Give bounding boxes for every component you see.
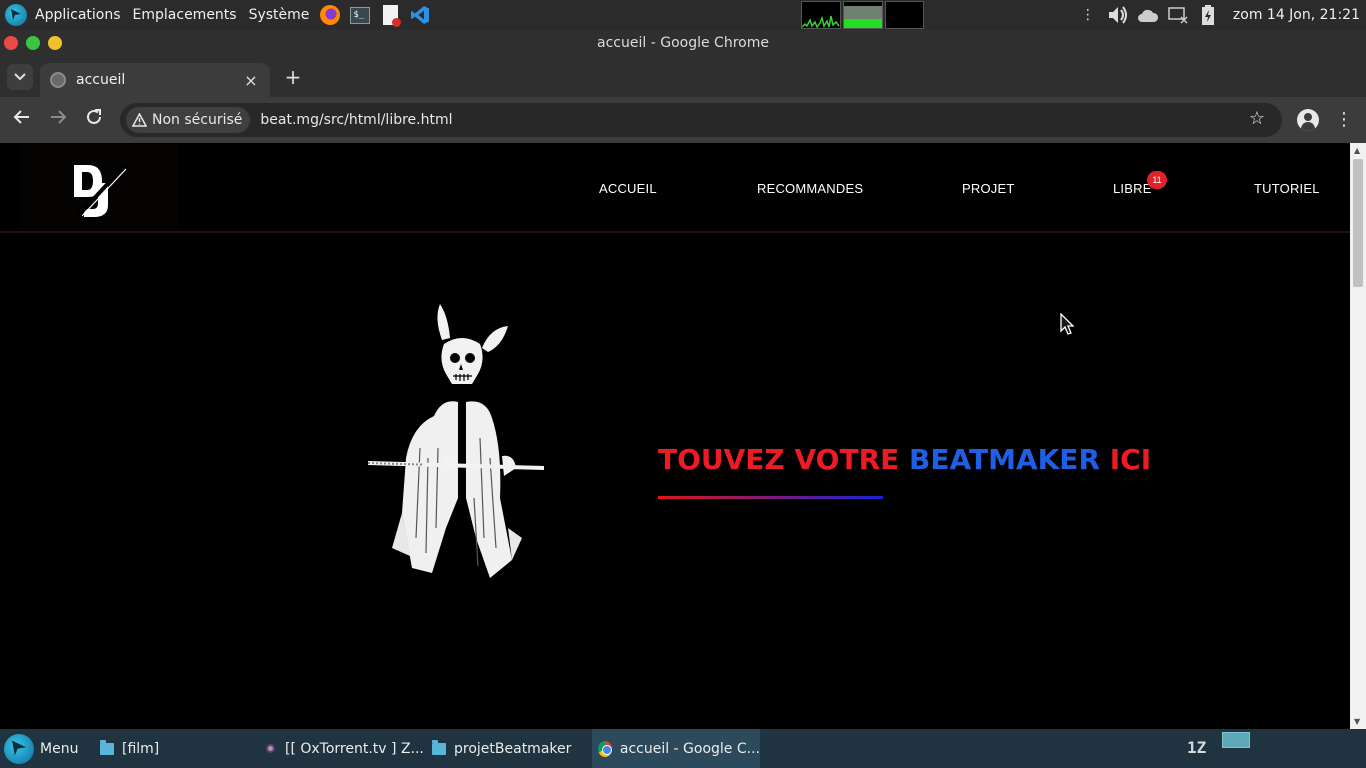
arrow-right-icon	[51, 110, 67, 124]
tab-accueil[interactable]: accueil ×	[40, 63, 270, 97]
folder-icon	[100, 739, 114, 755]
more-vertical-icon[interactable]: ⋮	[1077, 4, 1099, 26]
torrent-app-icon	[266, 744, 275, 753]
applications-menu[interactable]: Applications	[29, 0, 127, 30]
vscode-launcher[interactable]	[409, 4, 431, 26]
bottom-taskbar: Menu [film] [[ OxTorrent.tv ] Z... proje…	[0, 729, 1366, 768]
globe-icon	[50, 72, 66, 88]
network-disconnected-icon[interactable]	[1167, 4, 1189, 26]
menu-logo-icon	[4, 733, 34, 764]
hero-heading-part-ici: ICI	[1109, 443, 1152, 476]
window-maximize-button[interactable]	[48, 36, 62, 50]
task-projetbeatmaker-folder[interactable]: projetBeatmaker	[432, 729, 571, 768]
mouse-pointer-icon	[1060, 313, 1075, 335]
workspace-switcher[interactable]	[1222, 732, 1250, 748]
back-button[interactable]	[10, 108, 34, 132]
scroll-up-arrow-icon[interactable]: ▲	[1354, 146, 1360, 155]
places-menu[interactable]: Emplacements	[127, 0, 243, 30]
page-viewport: DJ ACCUEIL RECOMMANDES PROJET LIBRE 11 T…	[0, 143, 1350, 729]
tab-close-button[interactable]: ×	[242, 71, 260, 90]
rabbit-skull-samurai-illustration	[367, 304, 545, 578]
page-scrollbar[interactable]: ▲ ▼	[1350, 143, 1366, 729]
profile-avatar-icon[interactable]	[1297, 109, 1319, 131]
task-label: projetBeatmaker	[454, 740, 572, 757]
cpu-monitor-graph[interactable]	[801, 1, 841, 29]
battery-charging-icon[interactable]	[1197, 4, 1219, 26]
security-label: Non sécurisé	[152, 112, 243, 128]
site-header: DJ ACCUEIL RECOMMANDES PROJET LIBRE 11 T…	[0, 143, 1350, 233]
task-film-folder[interactable]: [film]	[100, 729, 159, 768]
desktop-top-panel: Applications Emplacements Système $_ ⋮ z…	[0, 0, 1366, 30]
tab-strip: accueil × +	[0, 57, 1366, 97]
task-label: [[ OxTorrent.tv ] Z...	[285, 740, 424, 757]
hero-underline-divider	[658, 496, 883, 499]
reload-icon	[87, 109, 101, 124]
memory-monitor-graph[interactable]	[843, 1, 883, 29]
bookmark-star-icon[interactable]: ☆	[1246, 108, 1268, 130]
network-monitor-graph[interactable]	[885, 1, 924, 29]
vscode-icon	[411, 6, 430, 24]
menu-label: Menu	[40, 740, 79, 757]
scrollbar-thumb[interactable]	[1353, 159, 1363, 287]
chrome-menu-icon[interactable]: ⋮	[1334, 108, 1354, 132]
hero-heading-part-blue: BEATMAKER	[909, 443, 1110, 476]
new-tab-button[interactable]: +	[282, 66, 304, 88]
window-titlebar: accueil - Google Chrome	[0, 30, 1366, 57]
address-bar[interactable]: Non sécurisé beat.mg/src/html/libre.html…	[120, 103, 1282, 137]
volume-icon[interactable]	[1107, 4, 1129, 26]
task-oxtorrent[interactable]: [[ OxTorrent.tv ] Z...	[266, 729, 424, 768]
nav-projet[interactable]: PROJET	[962, 181, 1014, 196]
cpu-graph-icon	[801, 15, 840, 29]
nav-tutoriel[interactable]: TUTORIEL	[1254, 181, 1320, 196]
memory-active-bar	[844, 19, 882, 28]
security-indicator[interactable]: Non sécurisé	[126, 107, 251, 133]
nav-libre[interactable]: LIBRE	[1113, 181, 1152, 196]
system-menu[interactable]: Système	[243, 0, 316, 30]
window-minimize-button[interactable]	[26, 36, 40, 50]
task-label: accueil - Google C...	[619, 740, 760, 757]
tab-search-button[interactable]	[7, 64, 33, 90]
firefox-icon	[320, 5, 341, 25]
terminal-icon: $_	[350, 6, 371, 24]
task-google-chrome[interactable]: accueil - Google C...	[592, 729, 760, 768]
nav-accueil[interactable]: ACCUEIL	[599, 181, 657, 196]
hero-heading: TOUVEZ VOTRE BEATMAKER ICI	[658, 443, 1151, 476]
terminal-launcher[interactable]: $_	[349, 4, 371, 26]
task-label: [film]	[122, 740, 160, 757]
start-menu-button[interactable]: Menu	[0, 729, 78, 768]
site-logo-container[interactable]: DJ	[20, 145, 178, 229]
sleep-indicator-icon[interactable]: 1Z	[1187, 738, 1215, 760]
clock[interactable]: zom 14 Jon, 21:21	[1223, 7, 1366, 23]
tab-title: accueil	[76, 72, 126, 88]
text-editor-icon	[382, 5, 401, 27]
chrome-icon	[598, 740, 612, 757]
browser-toolbar: Non sécurisé beat.mg/src/html/libre.html…	[0, 97, 1366, 143]
libre-count-badge: 11	[1147, 171, 1167, 189]
firefox-launcher[interactable]	[319, 4, 341, 26]
hero-heading-part-red: TOUVEZ VOTRE	[658, 443, 910, 476]
arrow-left-icon	[13, 110, 29, 124]
dj-logo-icon: DJ	[74, 163, 127, 218]
cloud-sync-icon[interactable]	[1137, 4, 1159, 26]
scroll-down-arrow-icon[interactable]: ▼	[1354, 717, 1360, 726]
url-text[interactable]: beat.mg/src/html/libre.html	[260, 112, 452, 128]
folder-icon	[432, 739, 446, 755]
window-close-button[interactable]	[4, 36, 18, 50]
reload-button[interactable]	[82, 108, 106, 132]
window-title: accueil - Google Chrome	[597, 35, 769, 51]
nav-recommandes[interactable]: RECOMMANDES	[757, 181, 863, 196]
chevron-down-icon	[14, 73, 26, 81]
system-tray: ⋮ zom 14 Jon, 21:21	[1073, 0, 1366, 30]
forward-button[interactable]	[46, 108, 70, 132]
applications-logo-icon[interactable]	[5, 4, 27, 26]
warning-icon	[132, 113, 147, 127]
text-editor-launcher[interactable]	[379, 4, 401, 27]
memory-used-bar	[844, 6, 882, 19]
